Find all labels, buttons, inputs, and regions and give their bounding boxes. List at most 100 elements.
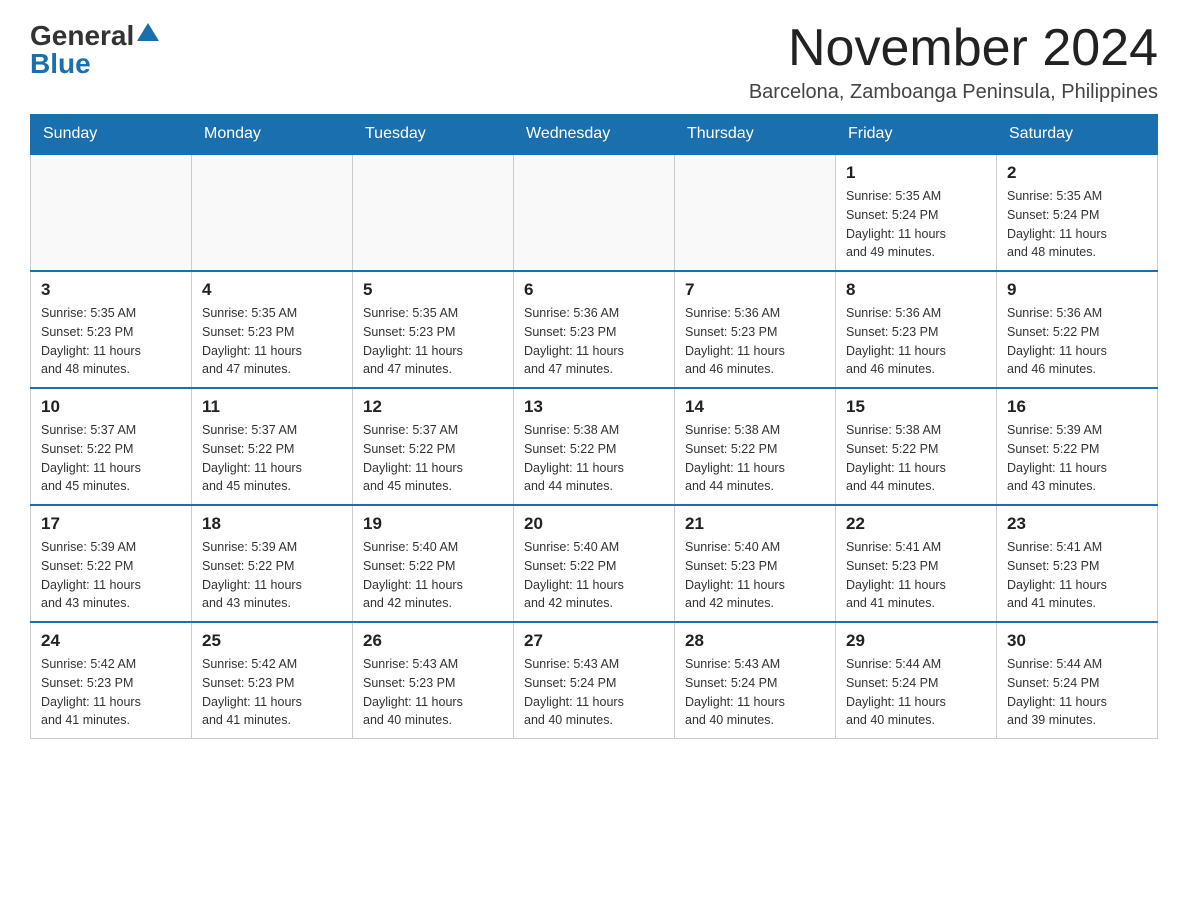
calendar-cell: 7 Sunrise: 5:36 AMSunset: 5:23 PMDaylight…	[675, 271, 836, 388]
day-info: Sunrise: 5:40 AMSunset: 5:23 PMDaylight:…	[685, 538, 825, 613]
day-info: Sunrise: 5:40 AMSunset: 5:22 PMDaylight:…	[363, 538, 503, 613]
calendar-cell: 8 Sunrise: 5:36 AMSunset: 5:23 PMDaylight…	[836, 271, 997, 388]
day-number: 9	[1007, 280, 1147, 300]
day-info: Sunrise: 5:43 AMSunset: 5:23 PMDaylight:…	[363, 655, 503, 730]
calendar-cell: 6 Sunrise: 5:36 AMSunset: 5:23 PMDaylight…	[514, 271, 675, 388]
calendar: Sunday Monday Tuesday Wednesday Thursday…	[30, 114, 1158, 739]
day-info: Sunrise: 5:38 AMSunset: 5:22 PMDaylight:…	[846, 421, 986, 496]
calendar-cell: 17 Sunrise: 5:39 AMSunset: 5:22 PMDayligh…	[31, 505, 192, 622]
day-number: 25	[202, 631, 342, 651]
day-number: 11	[202, 397, 342, 417]
day-number: 17	[41, 514, 181, 534]
day-info: Sunrise: 5:39 AMSunset: 5:22 PMDaylight:…	[41, 538, 181, 613]
calendar-cell: 27 Sunrise: 5:43 AMSunset: 5:24 PMDayligh…	[514, 622, 675, 739]
header-saturday: Saturday	[997, 115, 1158, 155]
calendar-cell: 13 Sunrise: 5:38 AMSunset: 5:22 PMDayligh…	[514, 388, 675, 505]
day-number: 3	[41, 280, 181, 300]
day-info: Sunrise: 5:37 AMSunset: 5:22 PMDaylight:…	[363, 421, 503, 496]
calendar-cell: 9 Sunrise: 5:36 AMSunset: 5:22 PMDaylight…	[997, 271, 1158, 388]
day-number: 13	[524, 397, 664, 417]
week-row-5: 24 Sunrise: 5:42 AMSunset: 5:23 PMDayligh…	[31, 622, 1158, 739]
day-number: 23	[1007, 514, 1147, 534]
header-monday: Monday	[192, 115, 353, 155]
day-info: Sunrise: 5:35 AMSunset: 5:23 PMDaylight:…	[41, 304, 181, 379]
day-info: Sunrise: 5:39 AMSunset: 5:22 PMDaylight:…	[202, 538, 342, 613]
day-info: Sunrise: 5:36 AMSunset: 5:23 PMDaylight:…	[524, 304, 664, 379]
day-info: Sunrise: 5:37 AMSunset: 5:22 PMDaylight:…	[41, 421, 181, 496]
calendar-cell: 16 Sunrise: 5:39 AMSunset: 5:22 PMDayligh…	[997, 388, 1158, 505]
day-number: 15	[846, 397, 986, 417]
day-number: 19	[363, 514, 503, 534]
day-number: 7	[685, 280, 825, 300]
main-title: November 2024	[749, 20, 1158, 77]
header: General Blue November 2024 Barcelona, Za…	[30, 20, 1158, 104]
day-info: Sunrise: 5:38 AMSunset: 5:22 PMDaylight:…	[524, 421, 664, 496]
calendar-header-row: Sunday Monday Tuesday Wednesday Thursday…	[31, 115, 1158, 155]
logo-container: General Blue	[30, 20, 159, 80]
day-info: Sunrise: 5:35 AMSunset: 5:23 PMDaylight:…	[202, 304, 342, 379]
calendar-cell	[514, 154, 675, 271]
day-number: 18	[202, 514, 342, 534]
day-info: Sunrise: 5:36 AMSunset: 5:23 PMDaylight:…	[846, 304, 986, 379]
day-number: 27	[524, 631, 664, 651]
calendar-cell: 26 Sunrise: 5:43 AMSunset: 5:23 PMDayligh…	[353, 622, 514, 739]
calendar-cell: 1 Sunrise: 5:35 AMSunset: 5:24 PMDaylight…	[836, 154, 997, 271]
day-number: 26	[363, 631, 503, 651]
day-number: 1	[846, 163, 986, 183]
day-info: Sunrise: 5:35 AMSunset: 5:23 PMDaylight:…	[363, 304, 503, 379]
calendar-cell: 2Sunrise: 5:35 AMSunset: 5:24 PMDaylight…	[997, 154, 1158, 271]
calendar-cell: 3 Sunrise: 5:35 AMSunset: 5:23 PMDaylight…	[31, 271, 192, 388]
logo-triangle-icon	[137, 21, 159, 43]
day-info: Sunrise: 5:44 AMSunset: 5:24 PMDaylight:…	[1007, 655, 1147, 730]
day-number: 14	[685, 397, 825, 417]
calendar-cell: 18 Sunrise: 5:39 AMSunset: 5:22 PMDayligh…	[192, 505, 353, 622]
header-sunday: Sunday	[31, 115, 192, 155]
calendar-cell: 5 Sunrise: 5:35 AMSunset: 5:23 PMDaylight…	[353, 271, 514, 388]
week-row-3: 10Sunrise: 5:37 AMSunset: 5:22 PMDayligh…	[31, 388, 1158, 505]
calendar-cell	[192, 154, 353, 271]
day-number: 21	[685, 514, 825, 534]
day-number: 6	[524, 280, 664, 300]
day-number: 2	[1007, 163, 1147, 183]
header-wednesday: Wednesday	[514, 115, 675, 155]
day-number: 5	[363, 280, 503, 300]
logo-text-blue: Blue	[30, 48, 91, 79]
day-number: 29	[846, 631, 986, 651]
title-section: November 2024 Barcelona, Zamboanga Penin…	[749, 20, 1158, 104]
subtitle: Barcelona, Zamboanga Peninsula, Philippi…	[749, 81, 1158, 104]
day-number: 28	[685, 631, 825, 651]
day-info: Sunrise: 5:41 AMSunset: 5:23 PMDaylight:…	[846, 538, 986, 613]
calendar-cell: 11 Sunrise: 5:37 AMSunset: 5:22 PMDayligh…	[192, 388, 353, 505]
calendar-cell: 14Sunrise: 5:38 AMSunset: 5:22 PMDayligh…	[675, 388, 836, 505]
calendar-cell: 24 Sunrise: 5:42 AMSunset: 5:23 PMDayligh…	[31, 622, 192, 739]
calendar-cell: 25Sunrise: 5:42 AMSunset: 5:23 PMDayligh…	[192, 622, 353, 739]
day-info: Sunrise: 5:43 AMSunset: 5:24 PMDaylight:…	[524, 655, 664, 730]
day-number: 16	[1007, 397, 1147, 417]
day-info: Sunrise: 5:42 AMSunset: 5:23 PMDaylight:…	[41, 655, 181, 730]
calendar-cell	[31, 154, 192, 271]
day-info: Sunrise: 5:41 AMSunset: 5:23 PMDaylight:…	[1007, 538, 1147, 613]
day-number: 8	[846, 280, 986, 300]
day-number: 22	[846, 514, 986, 534]
day-info: Sunrise: 5:35 AMSunset: 5:24 PMDaylight:…	[846, 187, 986, 262]
day-info: Sunrise: 5:40 AMSunset: 5:22 PMDaylight:…	[524, 538, 664, 613]
day-number: 4	[202, 280, 342, 300]
day-info: Sunrise: 5:37 AMSunset: 5:22 PMDaylight:…	[202, 421, 342, 496]
calendar-cell	[353, 154, 514, 271]
day-info: Sunrise: 5:43 AMSunset: 5:24 PMDaylight:…	[685, 655, 825, 730]
calendar-cell: 22 Sunrise: 5:41 AMSunset: 5:23 PMDayligh…	[836, 505, 997, 622]
calendar-cell: 29Sunrise: 5:44 AMSunset: 5:24 PMDayligh…	[836, 622, 997, 739]
week-row-4: 17 Sunrise: 5:39 AMSunset: 5:22 PMDayligh…	[31, 505, 1158, 622]
day-number: 24	[41, 631, 181, 651]
day-number: 20	[524, 514, 664, 534]
calendar-cell: 21 Sunrise: 5:40 AMSunset: 5:23 PMDayligh…	[675, 505, 836, 622]
calendar-cell: 30Sunrise: 5:44 AMSunset: 5:24 PMDayligh…	[997, 622, 1158, 739]
calendar-cell: 10Sunrise: 5:37 AMSunset: 5:22 PMDayligh…	[31, 388, 192, 505]
header-thursday: Thursday	[675, 115, 836, 155]
day-info: Sunrise: 5:36 AMSunset: 5:23 PMDaylight:…	[685, 304, 825, 379]
header-tuesday: Tuesday	[353, 115, 514, 155]
calendar-cell: 23 Sunrise: 5:41 AMSunset: 5:23 PMDayligh…	[997, 505, 1158, 622]
day-info: Sunrise: 5:36 AMSunset: 5:22 PMDaylight:…	[1007, 304, 1147, 379]
calendar-cell	[675, 154, 836, 271]
day-info: Sunrise: 5:39 AMSunset: 5:22 PMDaylight:…	[1007, 421, 1147, 496]
